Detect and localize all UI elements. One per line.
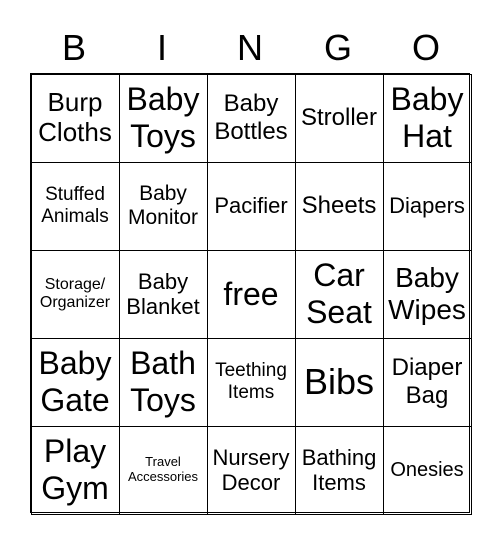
- bingo-cell[interactable]: Onesies: [382, 425, 472, 515]
- bingo-cell[interactable]: Burp Cloths: [30, 73, 120, 163]
- bingo-cell[interactable]: Diaper Bag: [382, 337, 472, 427]
- bingo-cell[interactable]: Storage/ Organizer: [30, 249, 120, 339]
- bingo-cell-label: Onesies: [390, 458, 464, 481]
- bingo-cell[interactable]: Bathing Items: [294, 425, 384, 515]
- bingo-cell-label: Baby Monitor: [127, 181, 199, 229]
- header-letter-n: N: [237, 27, 263, 68]
- bingo-cell[interactable]: Baby Gate: [30, 337, 120, 427]
- bingo-cell[interactable]: free: [206, 249, 296, 339]
- bingo-cell[interactable]: Bath Toys: [118, 337, 208, 427]
- bingo-cell-label: Baby Hat: [390, 81, 464, 154]
- bingo-cell[interactable]: Baby Monitor: [118, 161, 208, 251]
- bingo-cell-label: Baby Wipes: [388, 261, 466, 325]
- bingo-cell-label: Baby Bottles: [214, 90, 288, 145]
- bingo-cell[interactable]: Baby Bottles: [206, 73, 296, 163]
- bingo-cell-label: Play Gym: [41, 433, 109, 506]
- bingo-cell-label: Baby Gate: [38, 345, 112, 418]
- header-letter-i: I: [156, 27, 167, 68]
- bingo-cell[interactable]: Travel Accessories: [118, 425, 208, 515]
- bingo-cell[interactable]: Baby Toys: [118, 73, 208, 163]
- bingo-cell-label: Stuffed Animals: [41, 184, 109, 227]
- bingo-header: B I N G O: [30, 26, 470, 70]
- bingo-cell-label: Teething Items: [215, 360, 287, 403]
- bingo-cell[interactable]: Baby Blanket: [118, 249, 208, 339]
- bingo-cell[interactable]: Bibs: [294, 337, 384, 427]
- bingo-cell-label: Diapers: [389, 193, 465, 219]
- bingo-cell-label: Pacifier: [214, 193, 288, 219]
- bingo-cell-label: Burp Cloths: [38, 87, 112, 147]
- header-letter-b: B: [61, 27, 86, 68]
- bingo-cell[interactable]: Car Seat: [294, 249, 384, 339]
- bingo-cell-label: Bathing Items: [301, 444, 377, 495]
- bingo-cell[interactable]: Sheets: [294, 161, 384, 251]
- bingo-cell-label: Bath Toys: [130, 345, 196, 418]
- bingo-cell-label: Bibs: [303, 361, 375, 403]
- bingo-cell[interactable]: Nursery Decor: [206, 425, 296, 515]
- bingo-cell-label: Baby Blanket: [126, 268, 200, 319]
- bingo-cell[interactable]: Baby Wipes: [382, 249, 472, 339]
- bingo-cell[interactable]: Stuffed Animals: [30, 161, 120, 251]
- bingo-cell[interactable]: Stroller: [294, 73, 384, 163]
- bingo-cell-label: Car Seat: [306, 257, 372, 330]
- bingo-cell-label: free: [223, 275, 279, 312]
- bingo-cell-label: Travel Accessories: [127, 454, 199, 484]
- bingo-cell[interactable]: Baby Hat: [382, 73, 472, 163]
- header-letter-o: O: [411, 27, 440, 68]
- header-letter-g: G: [323, 27, 352, 68]
- bingo-grid: Burp Cloths Baby Toys Baby Bottles Stroller…: [30, 73, 472, 515]
- bingo-cell[interactable]: Play Gym: [30, 425, 120, 515]
- bingo-cell-label: Baby Toys: [126, 81, 200, 154]
- bingo-cell-label: Sheets: [301, 192, 377, 220]
- bingo-cell-label: Storage/ Organizer: [39, 275, 111, 311]
- bingo-cell-label: Diaper Bag: [391, 354, 463, 409]
- bingo-cell[interactable]: Teething Items: [206, 337, 296, 427]
- bingo-cell[interactable]: Pacifier: [206, 161, 296, 251]
- bingo-cell[interactable]: Diapers: [382, 161, 472, 251]
- bingo-cell-label: Nursery Decor: [212, 444, 290, 495]
- bingo-cell-label: Stroller: [300, 104, 378, 132]
